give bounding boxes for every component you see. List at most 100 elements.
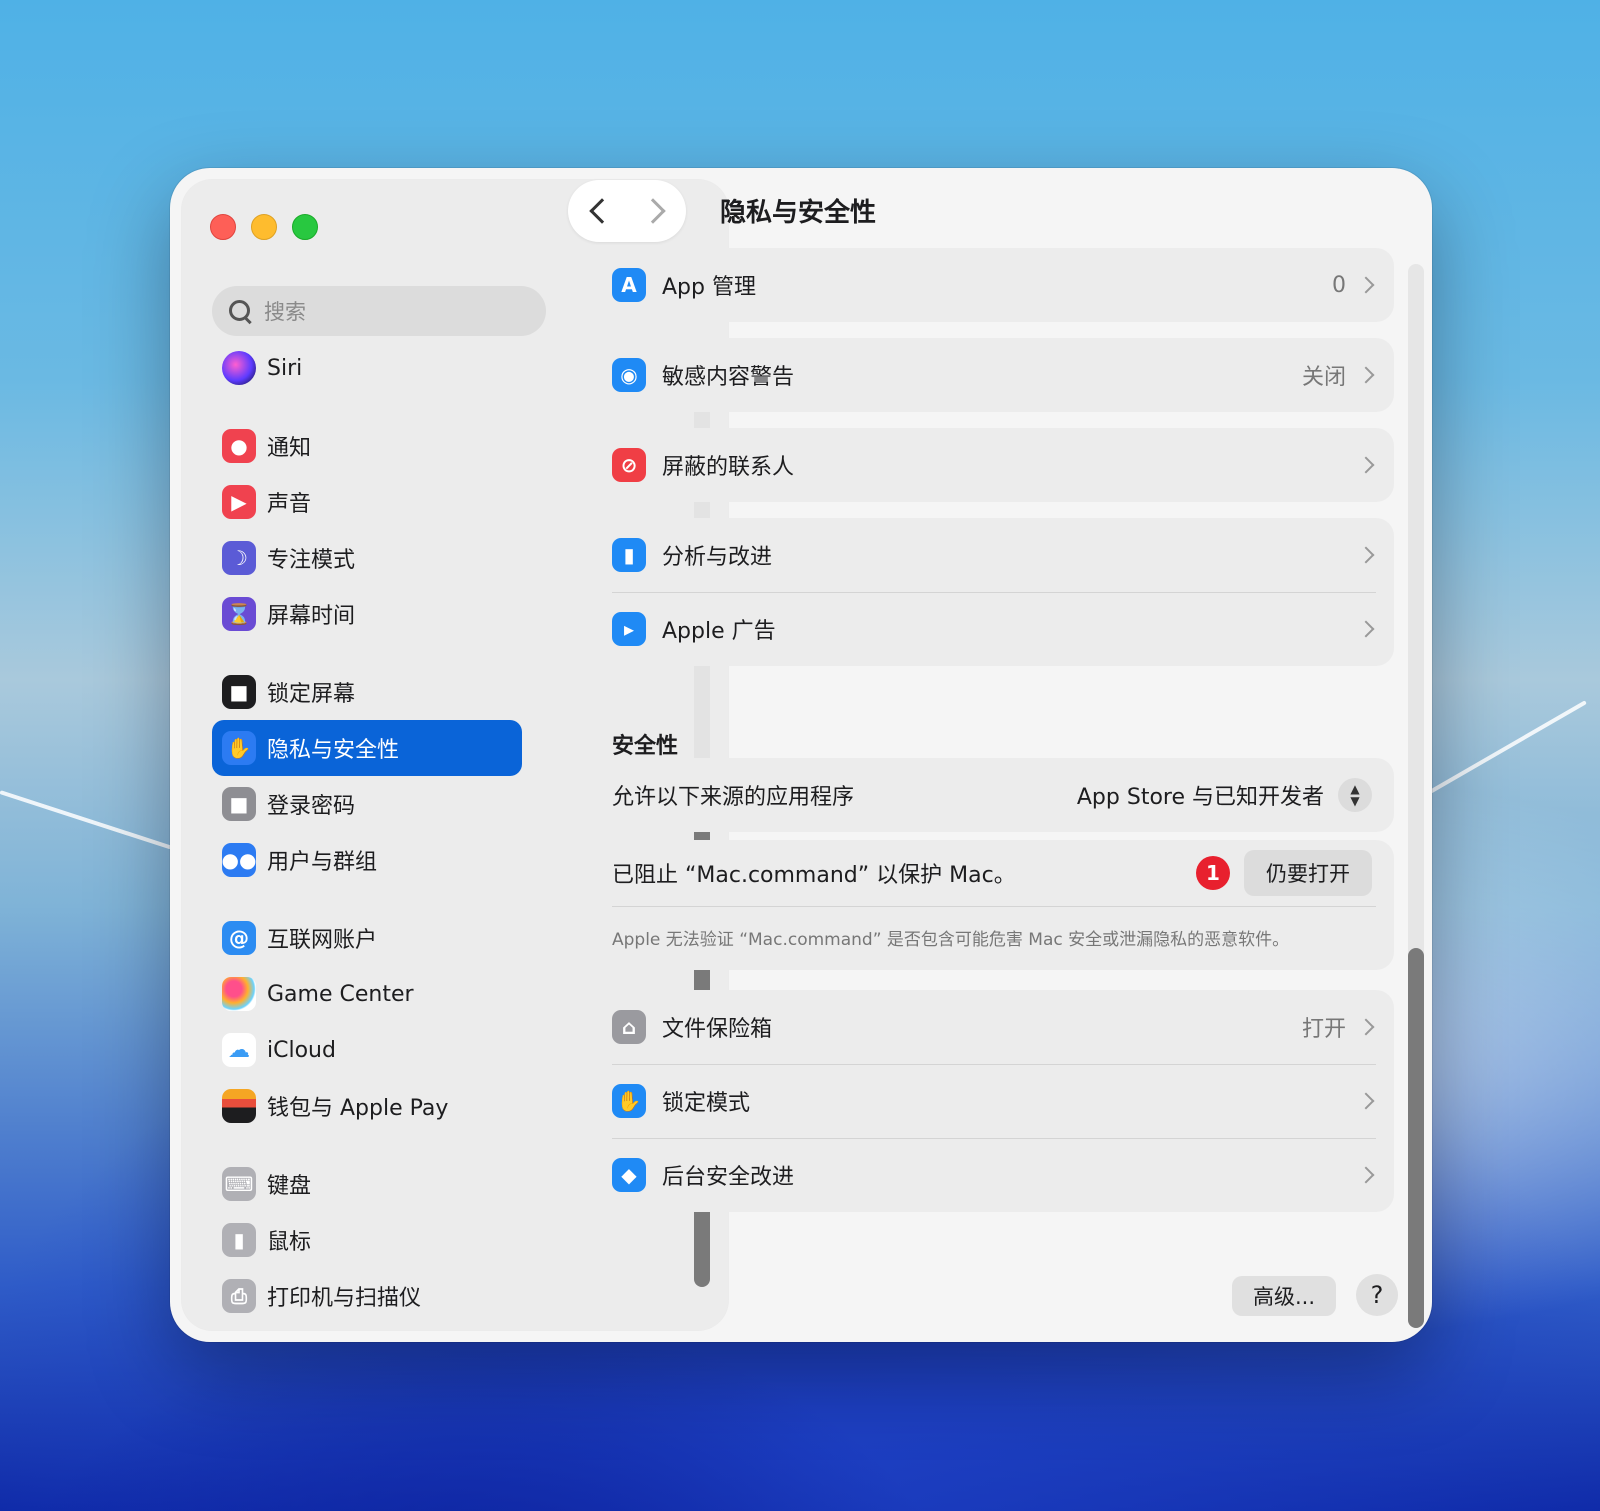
game-center-icon (222, 977, 256, 1011)
sidebar-item-label: iCloud (267, 1037, 336, 1063)
sidebar-item-label: 专注模式 (267, 548, 356, 573)
security-blocked-group: 已阻止 “Mac.command” 以保护 Mac。 1 仍要打开 Apple … (594, 840, 1394, 970)
search-icon (226, 297, 254, 325)
sidebar-item-lock-screen[interactable]: ■ 锁定屏幕 (212, 664, 522, 720)
sidebar-item-printers[interactable]: ⎙ 打印机与扫描仪 (212, 1268, 522, 1324)
sidebar-item-mouse[interactable]: ▮ 鼠标 (212, 1212, 522, 1268)
row-label: 敏感内容警告 (662, 365, 795, 390)
search-input[interactable]: 搜索 (212, 286, 546, 336)
close-button[interactable] (210, 214, 236, 240)
advanced-button[interactable]: 高级... (1232, 1276, 1336, 1316)
row-value: 关闭 (1301, 365, 1346, 390)
up-down-chevron-icon[interactable]: ▲ ▼ (1338, 778, 1372, 812)
settings-group: ◉ 敏感内容警告 关闭 (594, 338, 1394, 412)
sidebar-item-keyboard[interactable]: ⌨ 键盘 (212, 1156, 522, 1212)
settings-group: ⌂ 文件保险箱 打开 ✋ 锁定模式 ◆ 后台安全改进 (594, 990, 1394, 1212)
chevron-right-icon (1357, 1166, 1375, 1184)
chevron-right-icon (1357, 456, 1375, 474)
sidebar-list: Siri ● 通知 ▶ 声音 ☽ 专注模式 ⌛ 屏幕时间 ■ 锁定屏幕 ✋ 隐私… (212, 340, 522, 1324)
speaker-icon: ▶ (222, 485, 256, 519)
printer-icon: ⎙ (222, 1279, 256, 1313)
row-allow-apps[interactable]: 允许以下来源的应用程序 App Store 与已知开发者 ▲ ▼ (594, 758, 1394, 832)
search-placeholder: 搜索 (264, 300, 306, 324)
sidebar-item-internet-accounts[interactable]: @ 互联网账户 (212, 910, 522, 966)
row-filevault[interactable]: ⌂ 文件保险箱 打开 (594, 990, 1394, 1064)
wallpaper-streak (1429, 700, 1587, 794)
sidebar-item-privacy-security[interactable]: ✋ 隐私与安全性 (212, 720, 522, 776)
row-label: 锁定模式 (662, 1091, 751, 1116)
moon-icon: ☽ (222, 541, 256, 575)
allow-apps-select-value[interactable]: App Store 与已知开发者 (1077, 779, 1324, 811)
sidebar-item-icloud[interactable]: ☁ iCloud (212, 1022, 522, 1078)
main-scrollbar[interactable] (1408, 948, 1424, 1328)
minimize-button[interactable] (251, 214, 277, 240)
settings-window: 搜索 Siri ● 通知 ▶ 声音 ☽ 专注模式 ⌛ 屏幕时间 ■ 锁定屏幕 ✋… (170, 168, 1432, 1342)
row-blocked-contacts[interactable]: ⊘ 屏蔽的联系人 (594, 428, 1394, 502)
row-analytics[interactable]: ▮ 分析与改进 (594, 518, 1394, 592)
blocked-icon: ⊘ (612, 448, 646, 482)
cloud-icon: ☁ (222, 1033, 256, 1067)
open-anyway-button[interactable]: 仍要打开 (1244, 850, 1372, 896)
at-icon: @ (222, 921, 256, 955)
row-label: Apple 广告 (662, 619, 776, 644)
window-controls (210, 214, 318, 240)
sidebar-item-label: 键盘 (267, 1174, 312, 1199)
row-label: 分析与改进 (662, 545, 773, 570)
sidebar-item-label: 钱包与 Apple Pay (267, 1096, 449, 1121)
shield-icon: ◆ (612, 1158, 646, 1192)
hand-icon: ✋ (612, 1084, 646, 1118)
sidebar-item-notifications[interactable]: ● 通知 (212, 418, 522, 474)
row-value: 0 (1332, 272, 1346, 298)
row-background-security[interactable]: ◆ 后台安全改进 (594, 1138, 1394, 1212)
sidebar-item-label: 鼠标 (267, 1230, 312, 1255)
sidebar-item-game-center[interactable]: Game Center (212, 966, 522, 1022)
sidebar-item-wallet[interactable]: 钱包与 Apple Pay (212, 1078, 522, 1134)
sidebar-item-users-groups[interactable]: ●● 用户与群组 (212, 832, 522, 888)
sidebar-item-focus[interactable]: ☽ 专注模式 (212, 530, 522, 586)
sidebar-item-login-password[interactable]: ■ 登录密码 (212, 776, 522, 832)
back-icon[interactable] (588, 198, 615, 224)
row-label: 后台安全改进 (662, 1165, 795, 1190)
row-sensitive-content[interactable]: ◉ 敏感内容警告 关闭 (594, 338, 1394, 412)
lock-icon: ■ (222, 787, 256, 821)
row-value: 打开 (1301, 1017, 1346, 1042)
wallet-icon (222, 1089, 256, 1123)
notification-badge: 1 (1196, 856, 1230, 890)
sidebar-item-sound[interactable]: ▶ 声音 (212, 474, 522, 530)
help-button[interactable]: ? (1356, 1274, 1398, 1316)
chevron-right-icon (1357, 620, 1375, 638)
row-apple-ads[interactable]: ▸ Apple 广告 (594, 592, 1394, 666)
eye-warning-icon: ◉ (612, 358, 646, 392)
row-label: 允许以下来源的应用程序 (612, 785, 855, 810)
sidebar-item-screen-time[interactable]: ⌛ 屏幕时间 (212, 586, 522, 642)
row-app-management[interactable]: A App 管理 0 (594, 248, 1394, 322)
row-blocked-app: 已阻止 “Mac.command” 以保护 Mac。 1 仍要打开 (594, 840, 1394, 906)
chevron-right-icon (1357, 1018, 1375, 1036)
users-icon: ●● (222, 843, 256, 877)
sidebar-item-siri[interactable]: Siri (212, 340, 522, 396)
sidebar-item-label: Game Center (267, 981, 414, 1007)
zoom-button[interactable] (292, 214, 318, 240)
row-label: 屏蔽的联系人 (662, 455, 795, 480)
settings-group: ▮ 分析与改进 ▸ Apple 广告 (594, 518, 1394, 666)
lock-screen-icon: ■ (222, 675, 256, 709)
row-label: App 管理 (662, 275, 756, 300)
settings-group: ⊘ 屏蔽的联系人 (594, 428, 1394, 502)
chevron-right-icon (1357, 366, 1375, 384)
section-title-security: 安全性 (612, 734, 679, 759)
hourglass-icon: ⌛ (222, 597, 256, 631)
sidebar-item-label: 用户与群组 (267, 850, 378, 875)
sidebar-item-label: Siri (267, 355, 303, 381)
sidebar-item-label: 声音 (267, 492, 312, 517)
forward-icon[interactable] (639, 198, 666, 224)
app-store-icon: A (612, 268, 646, 302)
chevron-right-icon (1357, 546, 1375, 564)
row-lockdown-mode[interactable]: ✋ 锁定模式 (594, 1064, 1394, 1138)
page-title: 隐私与安全性 (720, 198, 877, 228)
bell-icon: ● (222, 429, 256, 463)
megaphone-icon: ▸ (612, 612, 646, 646)
navigation-buttons (568, 180, 686, 242)
chevron-right-icon (1357, 1092, 1375, 1110)
sidebar-item-label: 屏幕时间 (267, 604, 356, 629)
keyboard-icon: ⌨ (222, 1167, 256, 1201)
